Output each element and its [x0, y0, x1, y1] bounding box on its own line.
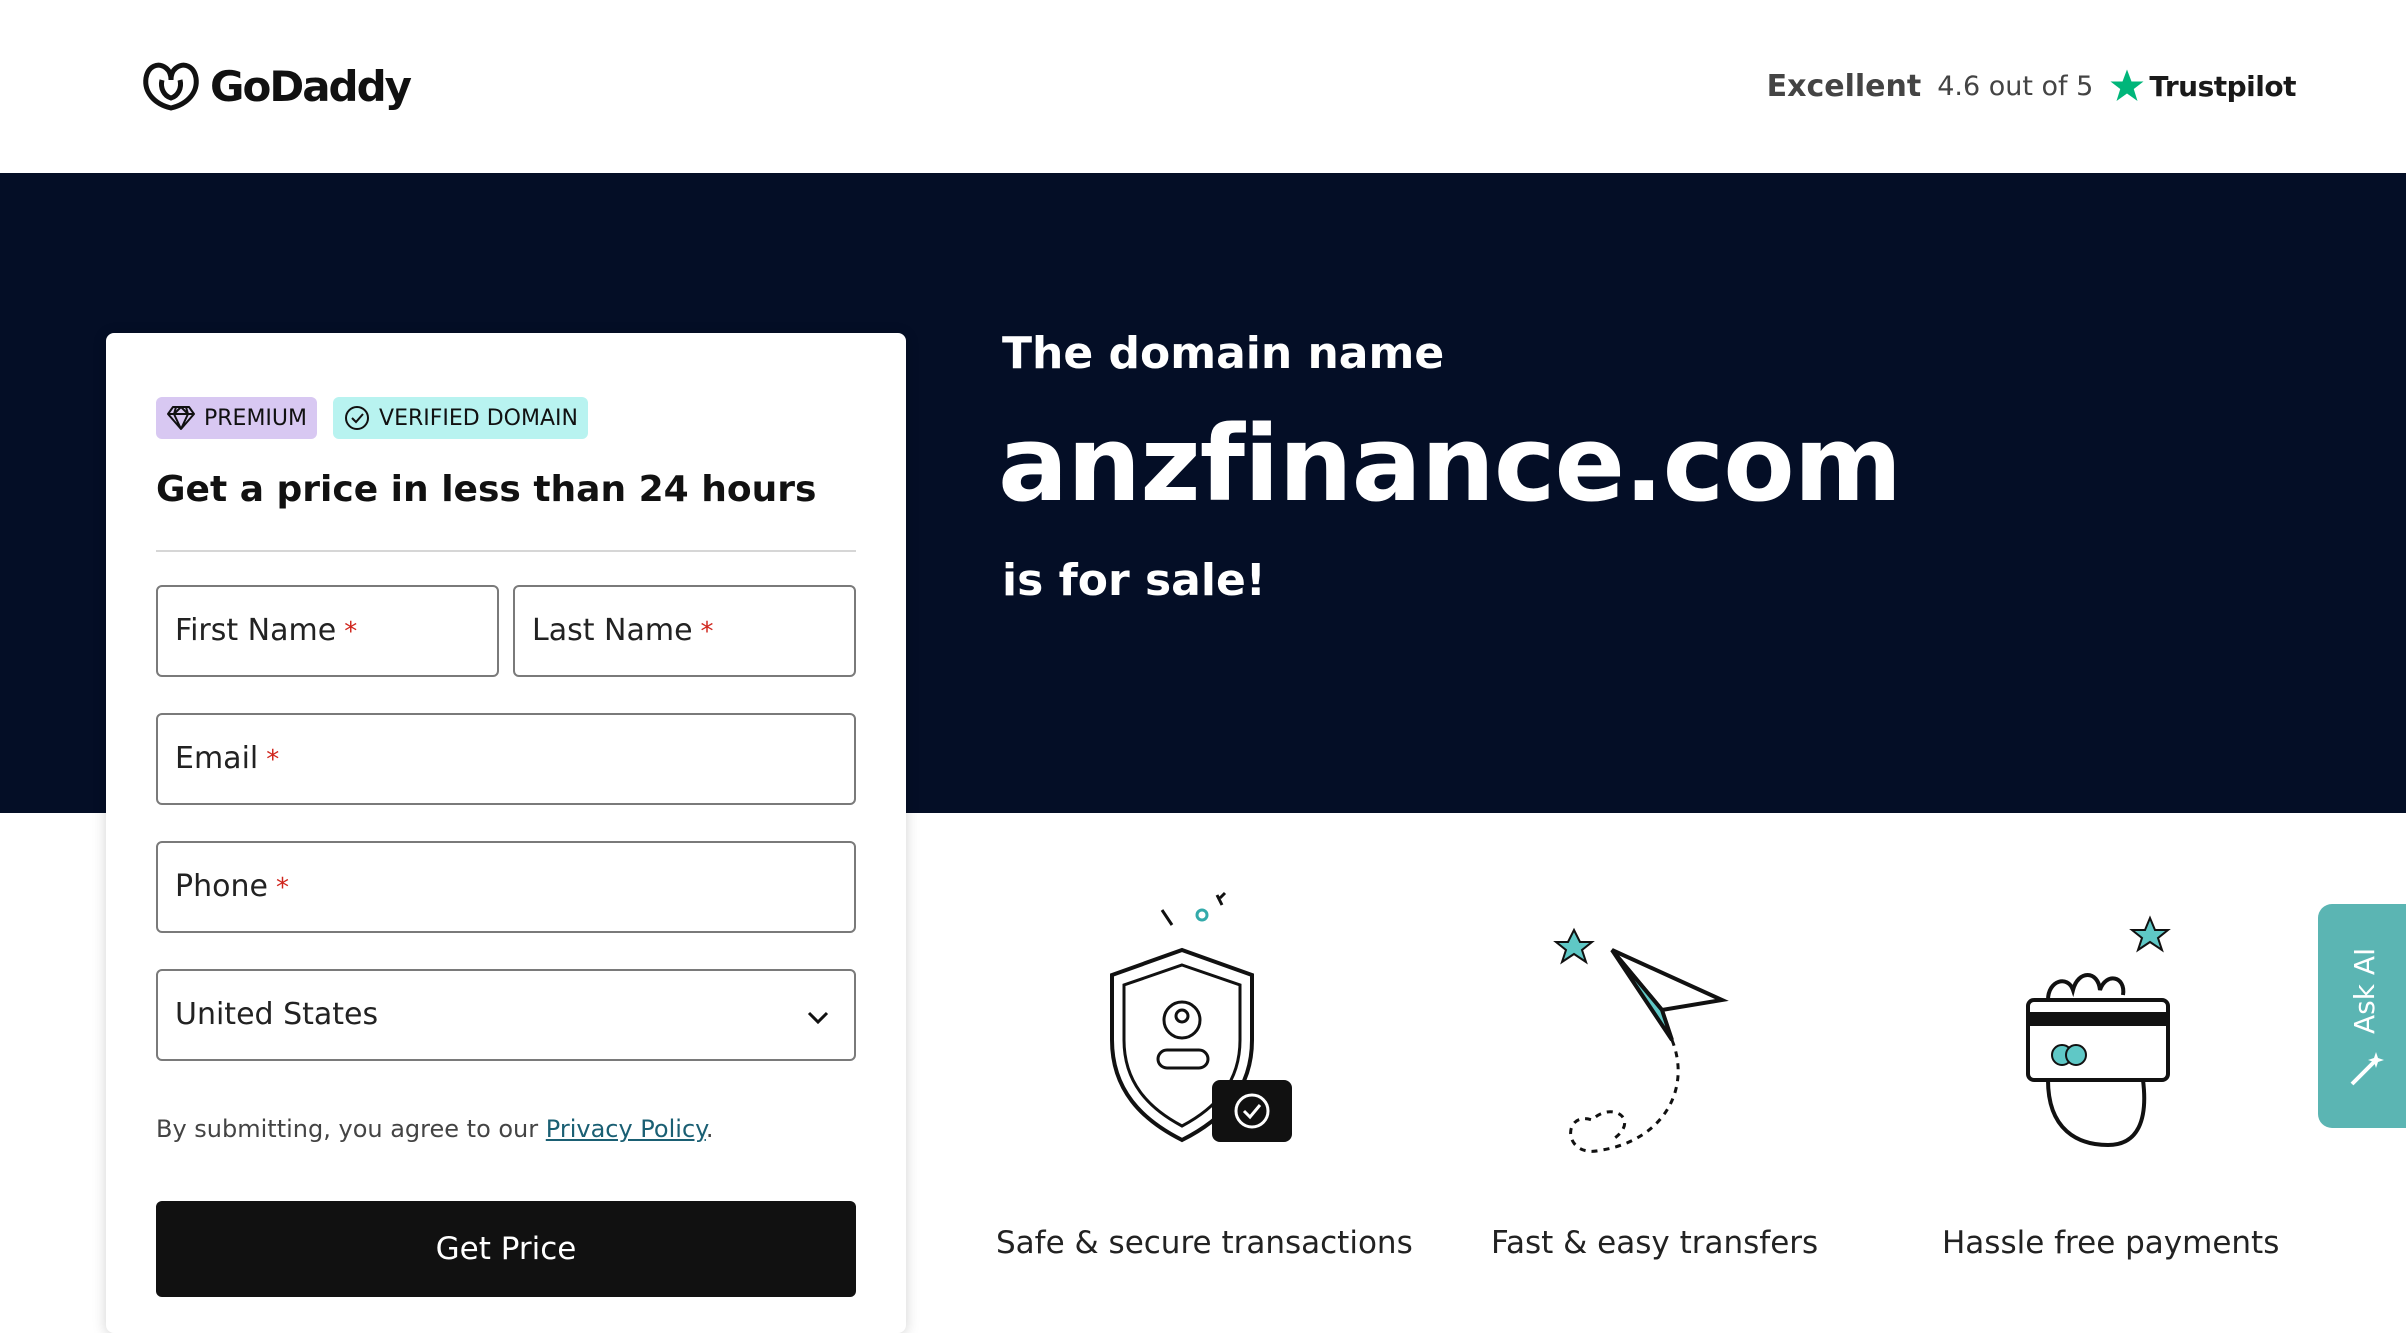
hero-sale-text: is for sale! [1002, 555, 1266, 606]
last-name-field[interactable]: Last Name * [513, 585, 856, 677]
first-name-field[interactable]: First Name * [156, 585, 499, 677]
domain-name: anzfinance.com [998, 403, 1902, 525]
godaddy-logo[interactable]: GoDaddy [140, 58, 412, 114]
feature-payments [1868, 890, 2328, 1170]
check-circle-icon [345, 406, 370, 430]
card-hand-icon [2026, 915, 2171, 1148]
last-name-label: Last Name * [532, 613, 714, 648]
ask-ai-label: Ask AI [2348, 947, 2381, 1034]
first-name-label: First Name * [175, 613, 358, 648]
logo-text: GoDaddy [210, 61, 412, 111]
required-mark: * [275, 873, 289, 903]
ask-ai-tab[interactable]: Ask AI [2318, 904, 2406, 1128]
godaddy-logo-icon [143, 62, 199, 111]
divider [156, 550, 856, 552]
feature-secure-label: Safe & secure transactions [996, 1225, 1413, 1261]
hero-intro: The domain name [1002, 328, 1445, 379]
badge-row: PREMIUM VERIFIED DOMAIN [156, 397, 588, 439]
chevron-down-icon [807, 1011, 829, 1025]
verified-badge: VERIFIED DOMAIN [333, 397, 588, 439]
trustpilot-rating[interactable]: Excellent 4.6 out of 5 Trustpilot [1766, 58, 2297, 114]
email-label: Email * [175, 741, 280, 776]
feature-transfers-label: Fast & easy transfers [1491, 1225, 1819, 1261]
trust-score: 4.6 out of 5 [1937, 70, 2094, 102]
required-mark: * [344, 617, 358, 647]
country-select[interactable]: United States [156, 969, 856, 1061]
feature-transfers [1412, 890, 1872, 1170]
paper-plane-icon [1553, 927, 1729, 1153]
trustpilot-star-icon [2110, 69, 2144, 101]
required-mark: * [700, 617, 714, 647]
phone-label: Phone * [175, 869, 289, 904]
diamond-icon [167, 406, 195, 430]
country-value: United States [175, 997, 379, 1032]
trustpilot-brand: Trustpilot [2149, 69, 2296, 103]
verified-badge-label: VERIFIED DOMAIN [379, 405, 578, 431]
feature-secure [952, 890, 1412, 1170]
site-header: GoDaddy Excellent 4.6 out of 5 Trustpilo… [0, 0, 2406, 173]
price-request-card: PREMIUM VERIFIED DOMAIN Get a price in l… [106, 333, 906, 1333]
consent-text: By submitting, you agree to our Privacy … [156, 1115, 714, 1143]
privacy-policy-link[interactable]: Privacy Policy [546, 1115, 706, 1143]
required-mark: * [266, 745, 280, 775]
phone-field[interactable]: Phone * [156, 841, 856, 933]
premium-badge: PREMIUM [156, 397, 318, 439]
feature-payments-label: Hassle free payments [1942, 1225, 2280, 1261]
get-price-button[interactable]: Get Price [156, 1201, 856, 1297]
shield-icon [1110, 891, 1292, 1143]
trust-rating-label: Excellent [1766, 68, 1922, 104]
email-field[interactable]: Email * [156, 713, 856, 805]
magic-wand-icon [2350, 1052, 2384, 1086]
premium-badge-label: PREMIUM [204, 405, 308, 431]
form-title: Get a price in less than 24 hours [156, 469, 817, 510]
